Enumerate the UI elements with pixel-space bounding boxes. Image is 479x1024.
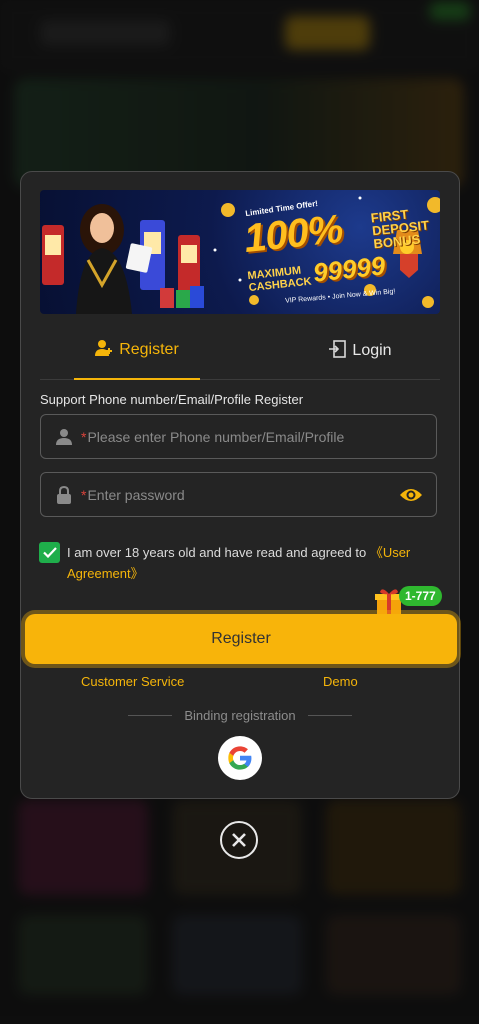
divider-line (128, 715, 173, 716)
agreement-row: I am over 18 years old and have read and… (39, 542, 444, 584)
gift-bonus-badge: 1-777 (399, 586, 442, 606)
password-input[interactable] (87, 486, 398, 503)
tab-login-label: Login (352, 342, 392, 359)
register-button[interactable]: Register (25, 614, 457, 664)
register-hint: Support Phone number/Email/Profile Regis… (40, 392, 304, 407)
login-door-icon (328, 339, 347, 363)
divider-line (307, 715, 352, 716)
phone-input[interactable] (87, 428, 436, 445)
show-password-eye-icon[interactable] (398, 482, 424, 508)
user-icon (55, 428, 73, 446)
password-field[interactable]: * (40, 472, 437, 517)
customer-service-link[interactable]: Customer Service (81, 674, 184, 689)
promo-banner[interactable]: Limited Time Offer! 100% FIRST DEPOSIT B… (40, 190, 440, 314)
demo-link[interactable]: Demo (323, 674, 358, 689)
required-mark: * (81, 486, 87, 503)
phone-field[interactable]: * (40, 414, 437, 459)
required-mark: * (81, 428, 87, 445)
checkmark-icon (42, 547, 57, 558)
binding-label: Binding registration (184, 708, 296, 723)
register-modal: Limited Time Offer! 100% FIRST DEPOSIT B… (20, 171, 460, 799)
google-icon (228, 746, 252, 770)
tab-register-label: Register (119, 341, 179, 358)
agreement-statement: I am over 18 years old and have read and… (67, 545, 370, 560)
binding-divider: Binding registration (121, 708, 359, 723)
lock-icon (55, 485, 73, 504)
close-icon (232, 833, 246, 847)
add-user-icon (95, 339, 113, 362)
promo-subheadline: FIRST DEPOSIT BONUS (370, 206, 430, 252)
agreement-text: I am over 18 years old and have read and… (67, 542, 444, 584)
tab-register[interactable]: Register (74, 322, 200, 380)
google-login-button[interactable] (218, 736, 262, 780)
auth-tabs: Register Login (40, 322, 440, 380)
close-modal-button[interactable] (220, 821, 258, 859)
tab-login[interactable]: Login (300, 322, 420, 380)
agreement-checkbox[interactable] (39, 542, 60, 563)
